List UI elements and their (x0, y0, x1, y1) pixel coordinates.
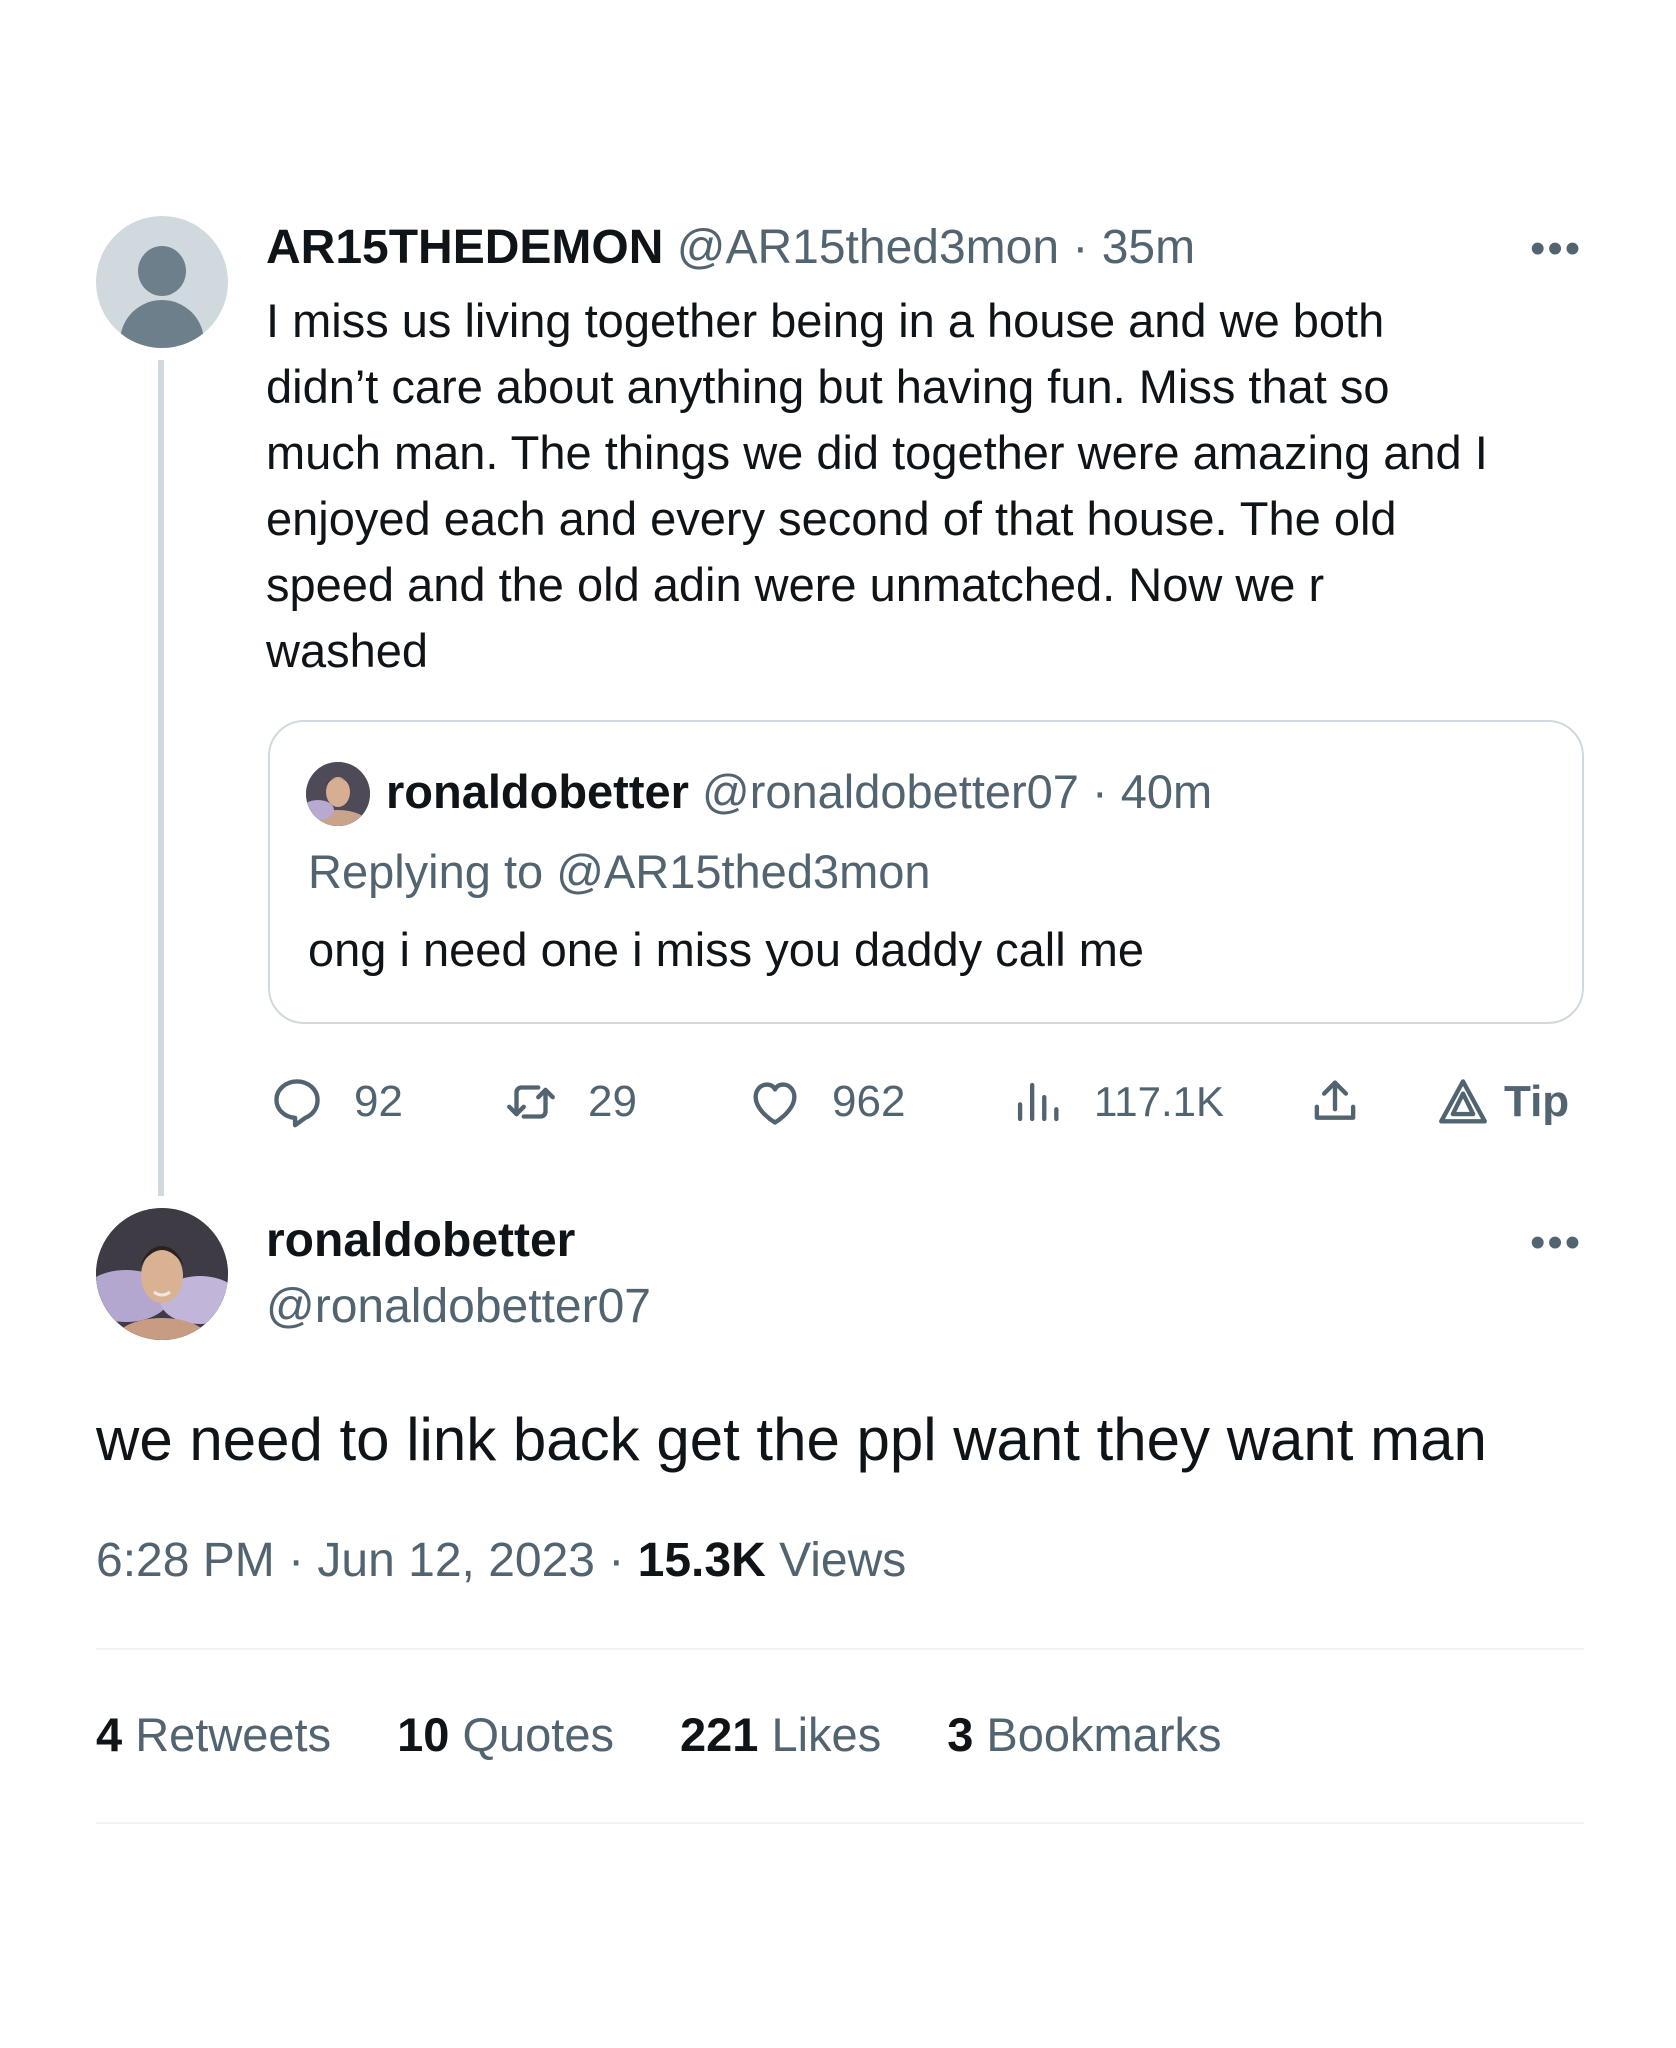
like-button[interactable]: 962 (746, 1072, 905, 1132)
replying-to-label[interactable]: Replying to @AR15thed3mon (308, 844, 931, 900)
divider (96, 1822, 1584, 1824)
parent-display-name[interactable]: AR15THEDEMON (266, 221, 663, 274)
quotes-stat[interactable]: 10 Quotes (397, 1706, 614, 1764)
meta-separator: · (595, 1534, 638, 1587)
divider (96, 1648, 1584, 1650)
thread-connector-line (158, 360, 164, 1196)
views-icon (1017, 1082, 1059, 1122)
tip-icon (1439, 1079, 1487, 1124)
share-button[interactable] (1306, 1072, 1364, 1132)
more-options-icon[interactable]: ••• (1530, 1218, 1582, 1268)
retweet-button[interactable]: 29 (502, 1072, 637, 1132)
quoted-handle[interactable]: @ronaldobetter07 (702, 765, 1079, 818)
tweet-date[interactable]: Jun 12, 2023 (317, 1534, 595, 1587)
reply-count: 92 (354, 1077, 403, 1126)
reply-button[interactable]: 92 (268, 1072, 403, 1132)
retweet-icon (507, 1085, 555, 1119)
more-options-icon[interactable]: ••• (1530, 224, 1582, 274)
parent-tweet-text: I miss us living together being in a hou… (266, 294, 1488, 677)
tweet-metadata: 6:28 PM · Jun 12, 2023 · 15.3K Views (96, 1532, 906, 1590)
meta-separator: · (274, 1534, 318, 1587)
quoted-display-name[interactable]: ronaldobetter (386, 765, 689, 818)
retweet-count: 29 (588, 1077, 637, 1126)
main-avatar[interactable] (96, 1208, 228, 1340)
parent-tweet-header: AR15THEDEMON @AR15thed3mon · 35m (266, 220, 1195, 276)
reply-icon (274, 1079, 320, 1128)
share-icon (1314, 1080, 1356, 1120)
quoted-timestamp[interactable]: 40m (1121, 765, 1212, 818)
bookmarks-stat[interactable]: 3 Bookmarks (947, 1706, 1221, 1764)
parent-handle[interactable]: @AR15thed3mon (677, 221, 1059, 274)
views-label: Views (765, 1534, 907, 1587)
quoted-avatar (306, 762, 370, 826)
like-icon (753, 1082, 797, 1125)
views-total[interactable]: 15.3K (638, 1534, 766, 1587)
main-display-name[interactable]: ronaldobetter (266, 1212, 575, 1270)
tip-button[interactable]: Tip (1434, 1072, 1569, 1132)
quoted-tweet-header: ronaldobetter @ronaldobetter07 · 40m (386, 764, 1212, 820)
tweet-stats-bar: 4 Retweets 10 Quotes 221 Likes 3 Bookmar… (96, 1706, 1221, 1764)
tip-label: Tip (1504, 1077, 1570, 1126)
quoted-tweet-text: ong i need one i miss you daddy call me (308, 923, 1145, 976)
views-count: 117.1K (1094, 1078, 1224, 1125)
parent-timestamp[interactable]: 35m (1102, 221, 1195, 274)
header-separator: · (1059, 221, 1102, 274)
likes-stat[interactable]: 221 Likes (680, 1706, 881, 1764)
retweets-stat[interactable]: 4 Retweets (96, 1706, 331, 1764)
main-tweet-text: we need to link back get the ppl want th… (96, 1406, 1487, 1473)
like-count: 962 (832, 1077, 906, 1126)
tweet-time[interactable]: 6:28 PM (96, 1534, 275, 1587)
default-avatar-placeholder-icon[interactable] (96, 216, 228, 348)
views-button[interactable]: 117.1K (1008, 1072, 1224, 1132)
main-handle[interactable]: @ronaldobetter07 (266, 1278, 651, 1336)
quoted-separator: · (1078, 765, 1121, 818)
